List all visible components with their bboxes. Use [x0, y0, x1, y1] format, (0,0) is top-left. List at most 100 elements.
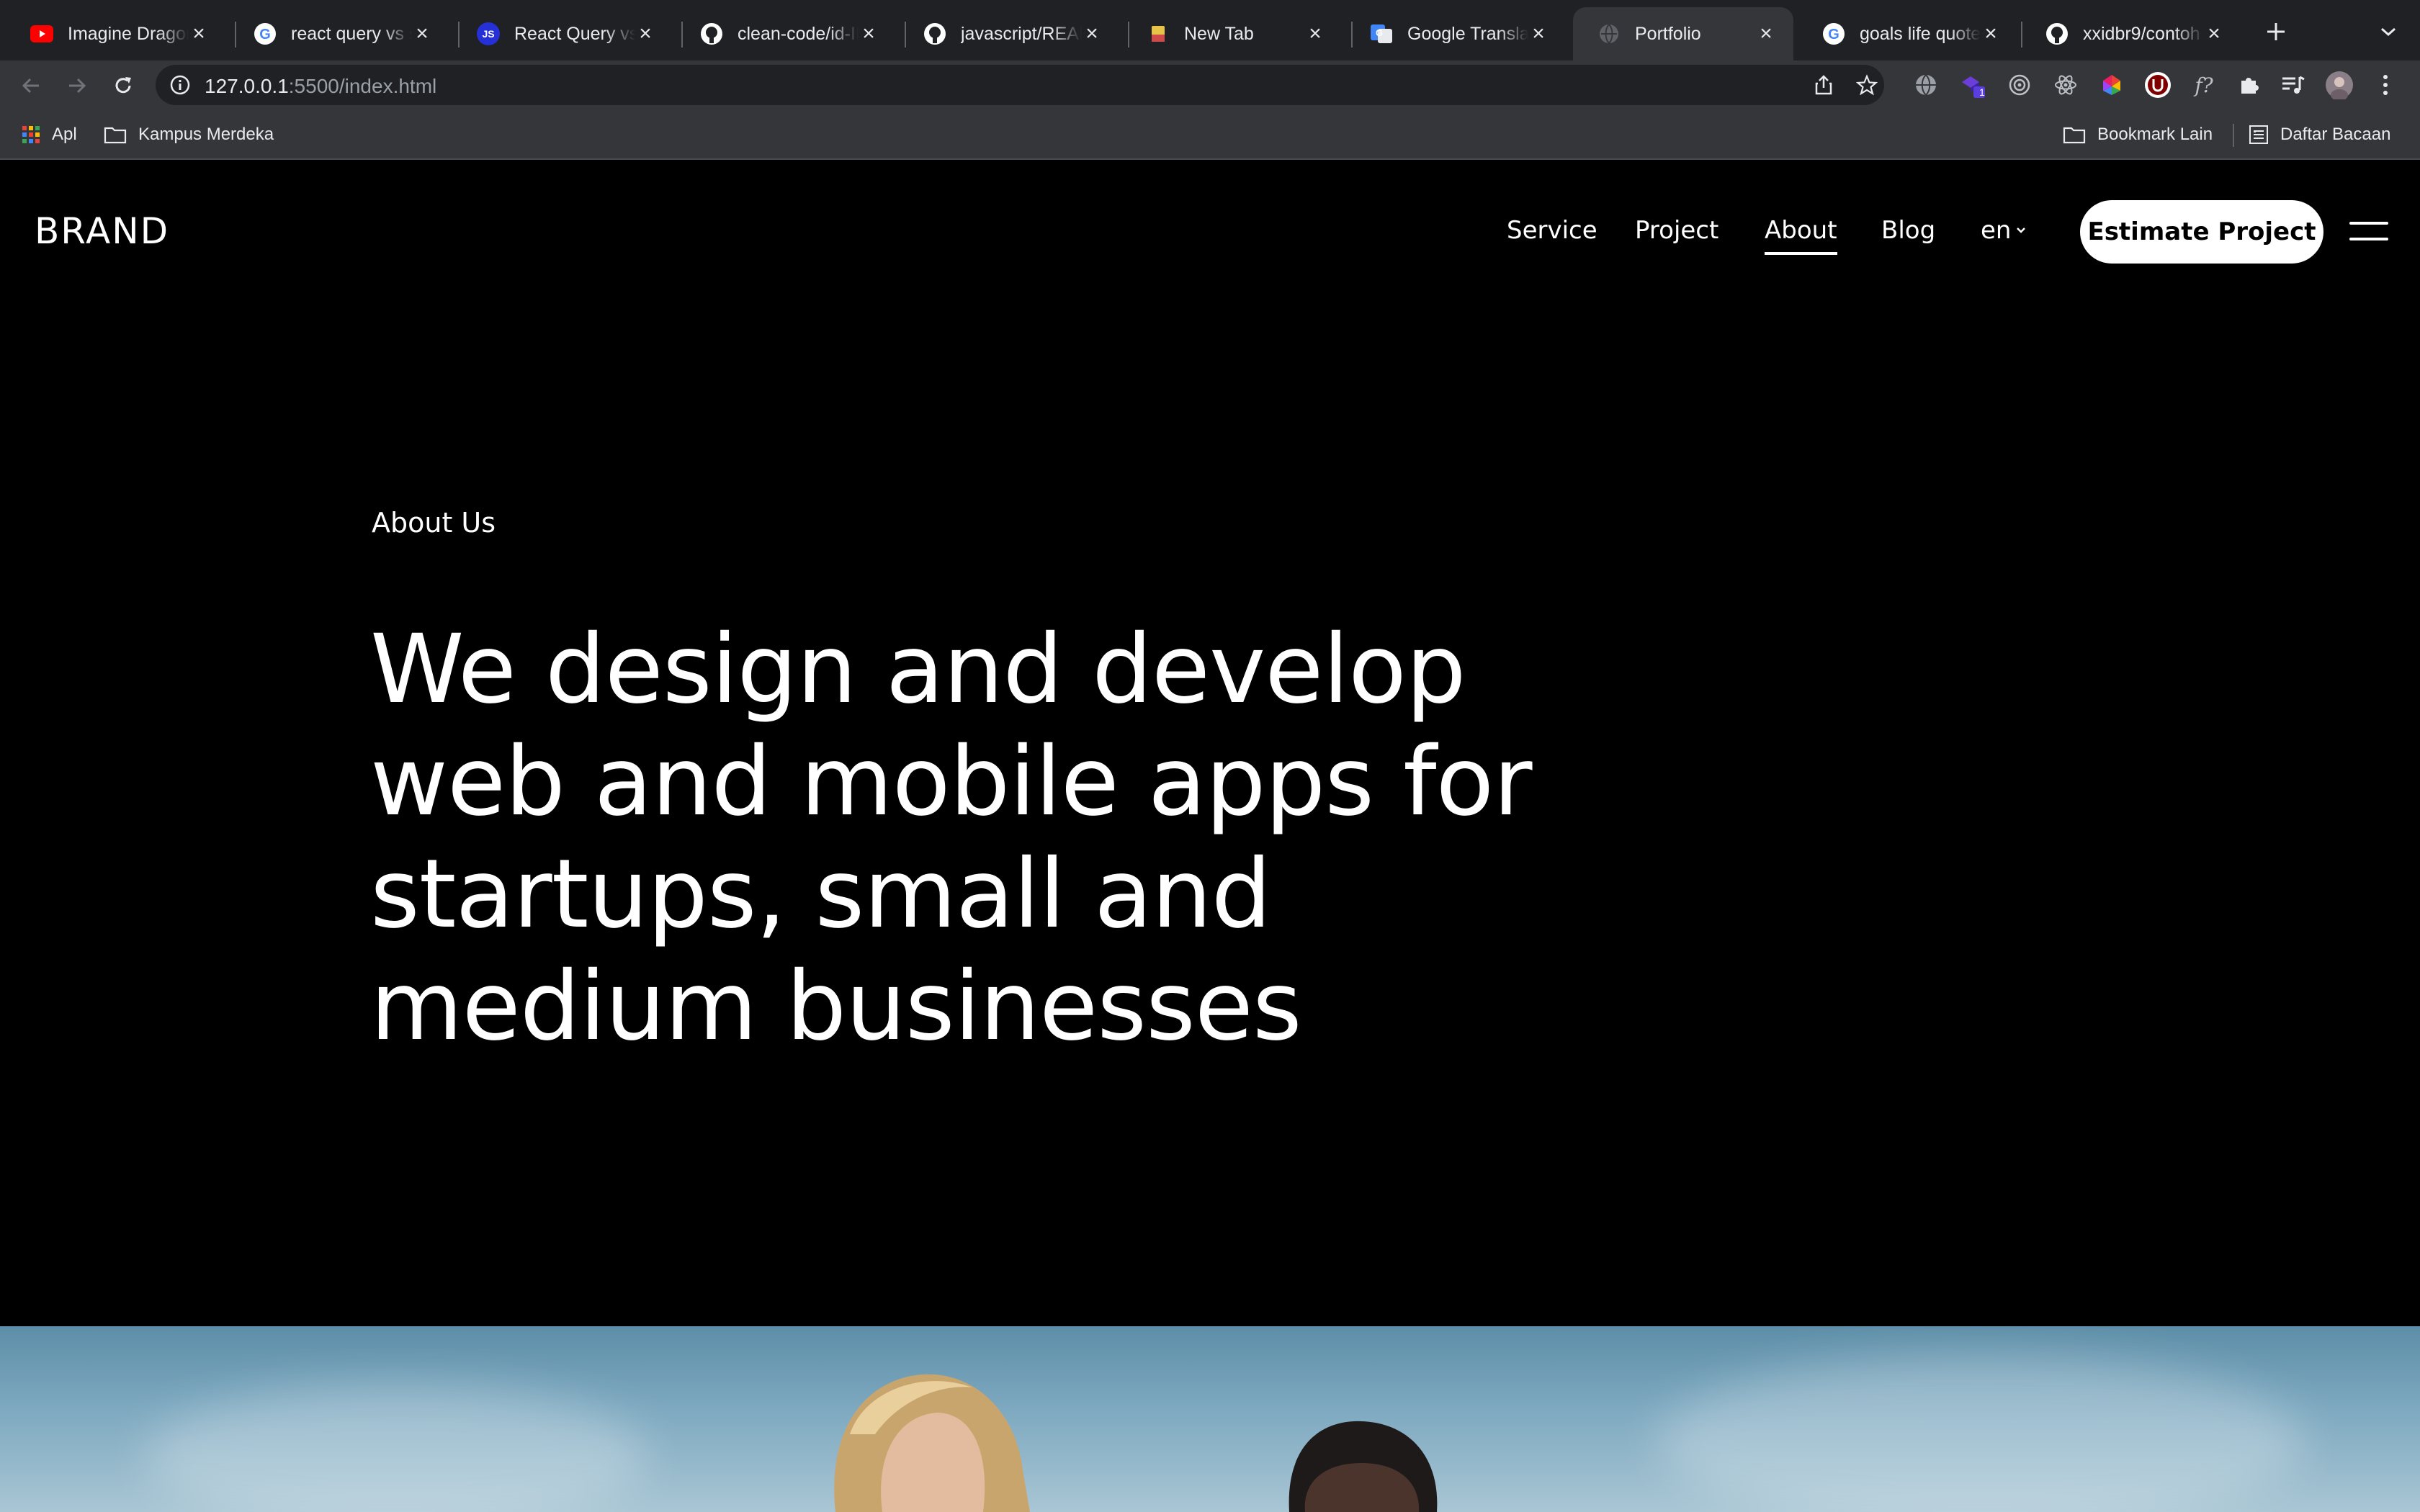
close-tab-icon[interactable]: × — [1981, 23, 2001, 45]
plus-icon — [2267, 23, 2285, 40]
tab-react-query-vs-swr[interactable]: JS React Query vs SWR × — [452, 7, 673, 60]
tab-javascript-readme[interactable]: javascript/README × — [899, 7, 1119, 60]
bookmark-apps[interactable]: Apl — [22, 121, 77, 148]
language-label: en — [1981, 216, 2012, 245]
github-icon — [2045, 22, 2069, 45]
tab-imagine-dragons[interactable]: Imagine Dragons × — [6, 7, 226, 60]
headline-line: medium businesses — [370, 951, 1302, 1062]
newtab-icon — [1147, 22, 1170, 45]
apps-grid-icon — [22, 126, 40, 143]
nav-about[interactable]: About — [1765, 216, 1837, 255]
nav-service[interactable]: Service — [1507, 216, 1597, 245]
close-tab-icon[interactable]: × — [1756, 23, 1776, 45]
chevron-down-icon — [2017, 228, 2026, 233]
tab-goals-life-quotes[interactable]: G goals life quotes × — [1798, 7, 2018, 60]
tab-title: Imagine Dragons — [68, 23, 189, 44]
extension-with-badge-icon[interactable]: 1 — [1959, 71, 1988, 99]
tab-strip: Imagine Dragons × G react query vs swr ×… — [0, 0, 2420, 60]
bookmark-star-icon[interactable] — [1855, 73, 1878, 96]
js-icon: JS — [477, 22, 500, 45]
arrow-right-icon — [69, 78, 86, 94]
portfolio-page: BRAND Service Project About Blog en Esti… — [0, 160, 2420, 1512]
tab-google-translate[interactable]: G Google Translate × — [1345, 7, 1566, 60]
github-icon — [700, 22, 723, 45]
bookmark-folder-kampus-merdeka[interactable]: Kampus Merdeka — [104, 121, 274, 148]
tab-clean-code[interactable]: clean-code/id-ID × — [676, 7, 896, 60]
headline-line: We design and develop — [370, 614, 1466, 725]
headline-line: web and mobile apps for — [370, 726, 1533, 837]
tab-xxidbr9[interactable]: xxidbr9/contoh × — [2021, 7, 2241, 60]
address-bar[interactable]: 127.0.0.1:5500/index.html — [156, 65, 1884, 105]
tab-title: javascript/README — [961, 23, 1082, 44]
function-extension-icon[interactable]: f? — [2190, 71, 2218, 99]
close-tab-icon[interactable]: × — [1305, 23, 1325, 45]
close-tab-icon[interactable]: × — [2204, 23, 2224, 45]
info-icon[interactable] — [169, 73, 192, 96]
globe-icon — [1597, 22, 1621, 45]
share-icon[interactable] — [1812, 73, 1835, 96]
reload-button[interactable] — [107, 69, 140, 102]
nav-blog[interactable]: Blog — [1881, 216, 1935, 245]
arrow-left-icon — [22, 78, 39, 94]
hamburger-menu-icon[interactable] — [2349, 222, 2388, 243]
tab-new-tab[interactable]: New Tab × — [1122, 7, 1343, 60]
team-photo — [0, 1326, 2420, 1512]
tab-portfolio[interactable]: Portfolio × — [1573, 7, 1793, 60]
google-icon: G — [254, 22, 277, 45]
color-picker-icon[interactable] — [2097, 71, 2126, 99]
close-tab-icon[interactable]: × — [412, 23, 432, 45]
folder-icon — [104, 127, 127, 144]
tab-title: New Tab — [1184, 23, 1254, 44]
close-tab-icon[interactable]: × — [1082, 23, 1102, 45]
bookmark-label: Daftar Bacaan — [2280, 125, 2391, 144]
people-silhouettes — [834, 1374, 1438, 1512]
translate-icon: G — [1370, 22, 1393, 45]
reading-list[interactable]: Daftar Bacaan — [2249, 121, 2390, 148]
browser-toolbar: 127.0.0.1:5500/index.html 1 f? — [0, 60, 2420, 109]
bookmark-label: Bookmark Lain — [2097, 125, 2213, 144]
tab-title: react query vs swr — [291, 23, 412, 44]
google-icon: G — [1822, 22, 1845, 45]
bookmark-folder-other[interactable]: Bookmark Lain — [2063, 121, 2213, 148]
folder-icon — [2063, 127, 2086, 144]
url-text[interactable]: 127.0.0.1:5500/index.html — [205, 75, 436, 98]
reading-list-icon — [2249, 125, 2268, 144]
tab-title: goals life quotes — [1860, 23, 1981, 44]
tab-react-query-google[interactable]: G react query vs swr × — [229, 7, 449, 60]
tab-title: Portfolio — [1635, 23, 1701, 44]
tab-title: Google Translate — [1407, 23, 1528, 44]
extensions-puzzle-icon[interactable] — [2234, 71, 2263, 99]
back-button[interactable] — [14, 69, 48, 102]
bookmark-label: Kampus Merdeka — [138, 125, 274, 144]
target-extension-icon[interactable] — [2005, 71, 2034, 99]
chevron-down-icon — [2381, 27, 2396, 37]
hero-headline: We design and develop web and mobile app… — [370, 613, 1667, 1063]
translate-extension-icon[interactable] — [1912, 71, 1940, 99]
brand-logo[interactable]: BRAND — [35, 210, 169, 252]
close-tab-icon[interactable]: × — [1528, 23, 1549, 45]
new-tab-button[interactable] — [2260, 16, 2292, 48]
profile-avatar[interactable] — [2325, 71, 2354, 99]
forward-button[interactable] — [60, 69, 94, 102]
github-icon — [923, 22, 946, 45]
section-eyebrow: About Us — [372, 507, 496, 539]
estimate-project-button[interactable]: Estimate Project — [2080, 200, 2323, 264]
svg-text:G: G — [1828, 27, 1839, 42]
react-devtools-icon[interactable] — [2051, 71, 2080, 99]
close-tab-icon[interactable]: × — [635, 23, 655, 45]
language-selector[interactable]: en — [1981, 216, 2027, 245]
media-queue-icon[interactable] — [2279, 71, 2308, 99]
close-tab-icon[interactable]: × — [189, 23, 209, 45]
nav-project[interactable]: Project — [1635, 216, 1718, 245]
bookmark-label: Apl — [52, 125, 77, 144]
ublock-icon[interactable] — [2143, 71, 2172, 99]
svg-text:G: G — [1376, 27, 1383, 38]
tab-title: xxidbr9/contoh — [2083, 23, 2200, 44]
youtube-icon — [30, 22, 53, 45]
close-tab-icon[interactable]: × — [859, 23, 879, 45]
svg-text:G: G — [259, 27, 271, 42]
tab-search-button[interactable] — [2374, 17, 2403, 46]
headline-line: startups, small and — [370, 839, 1271, 950]
tab-title: React Query vs SWR — [514, 23, 635, 44]
browser-menu-icon[interactable] — [2371, 71, 2400, 99]
